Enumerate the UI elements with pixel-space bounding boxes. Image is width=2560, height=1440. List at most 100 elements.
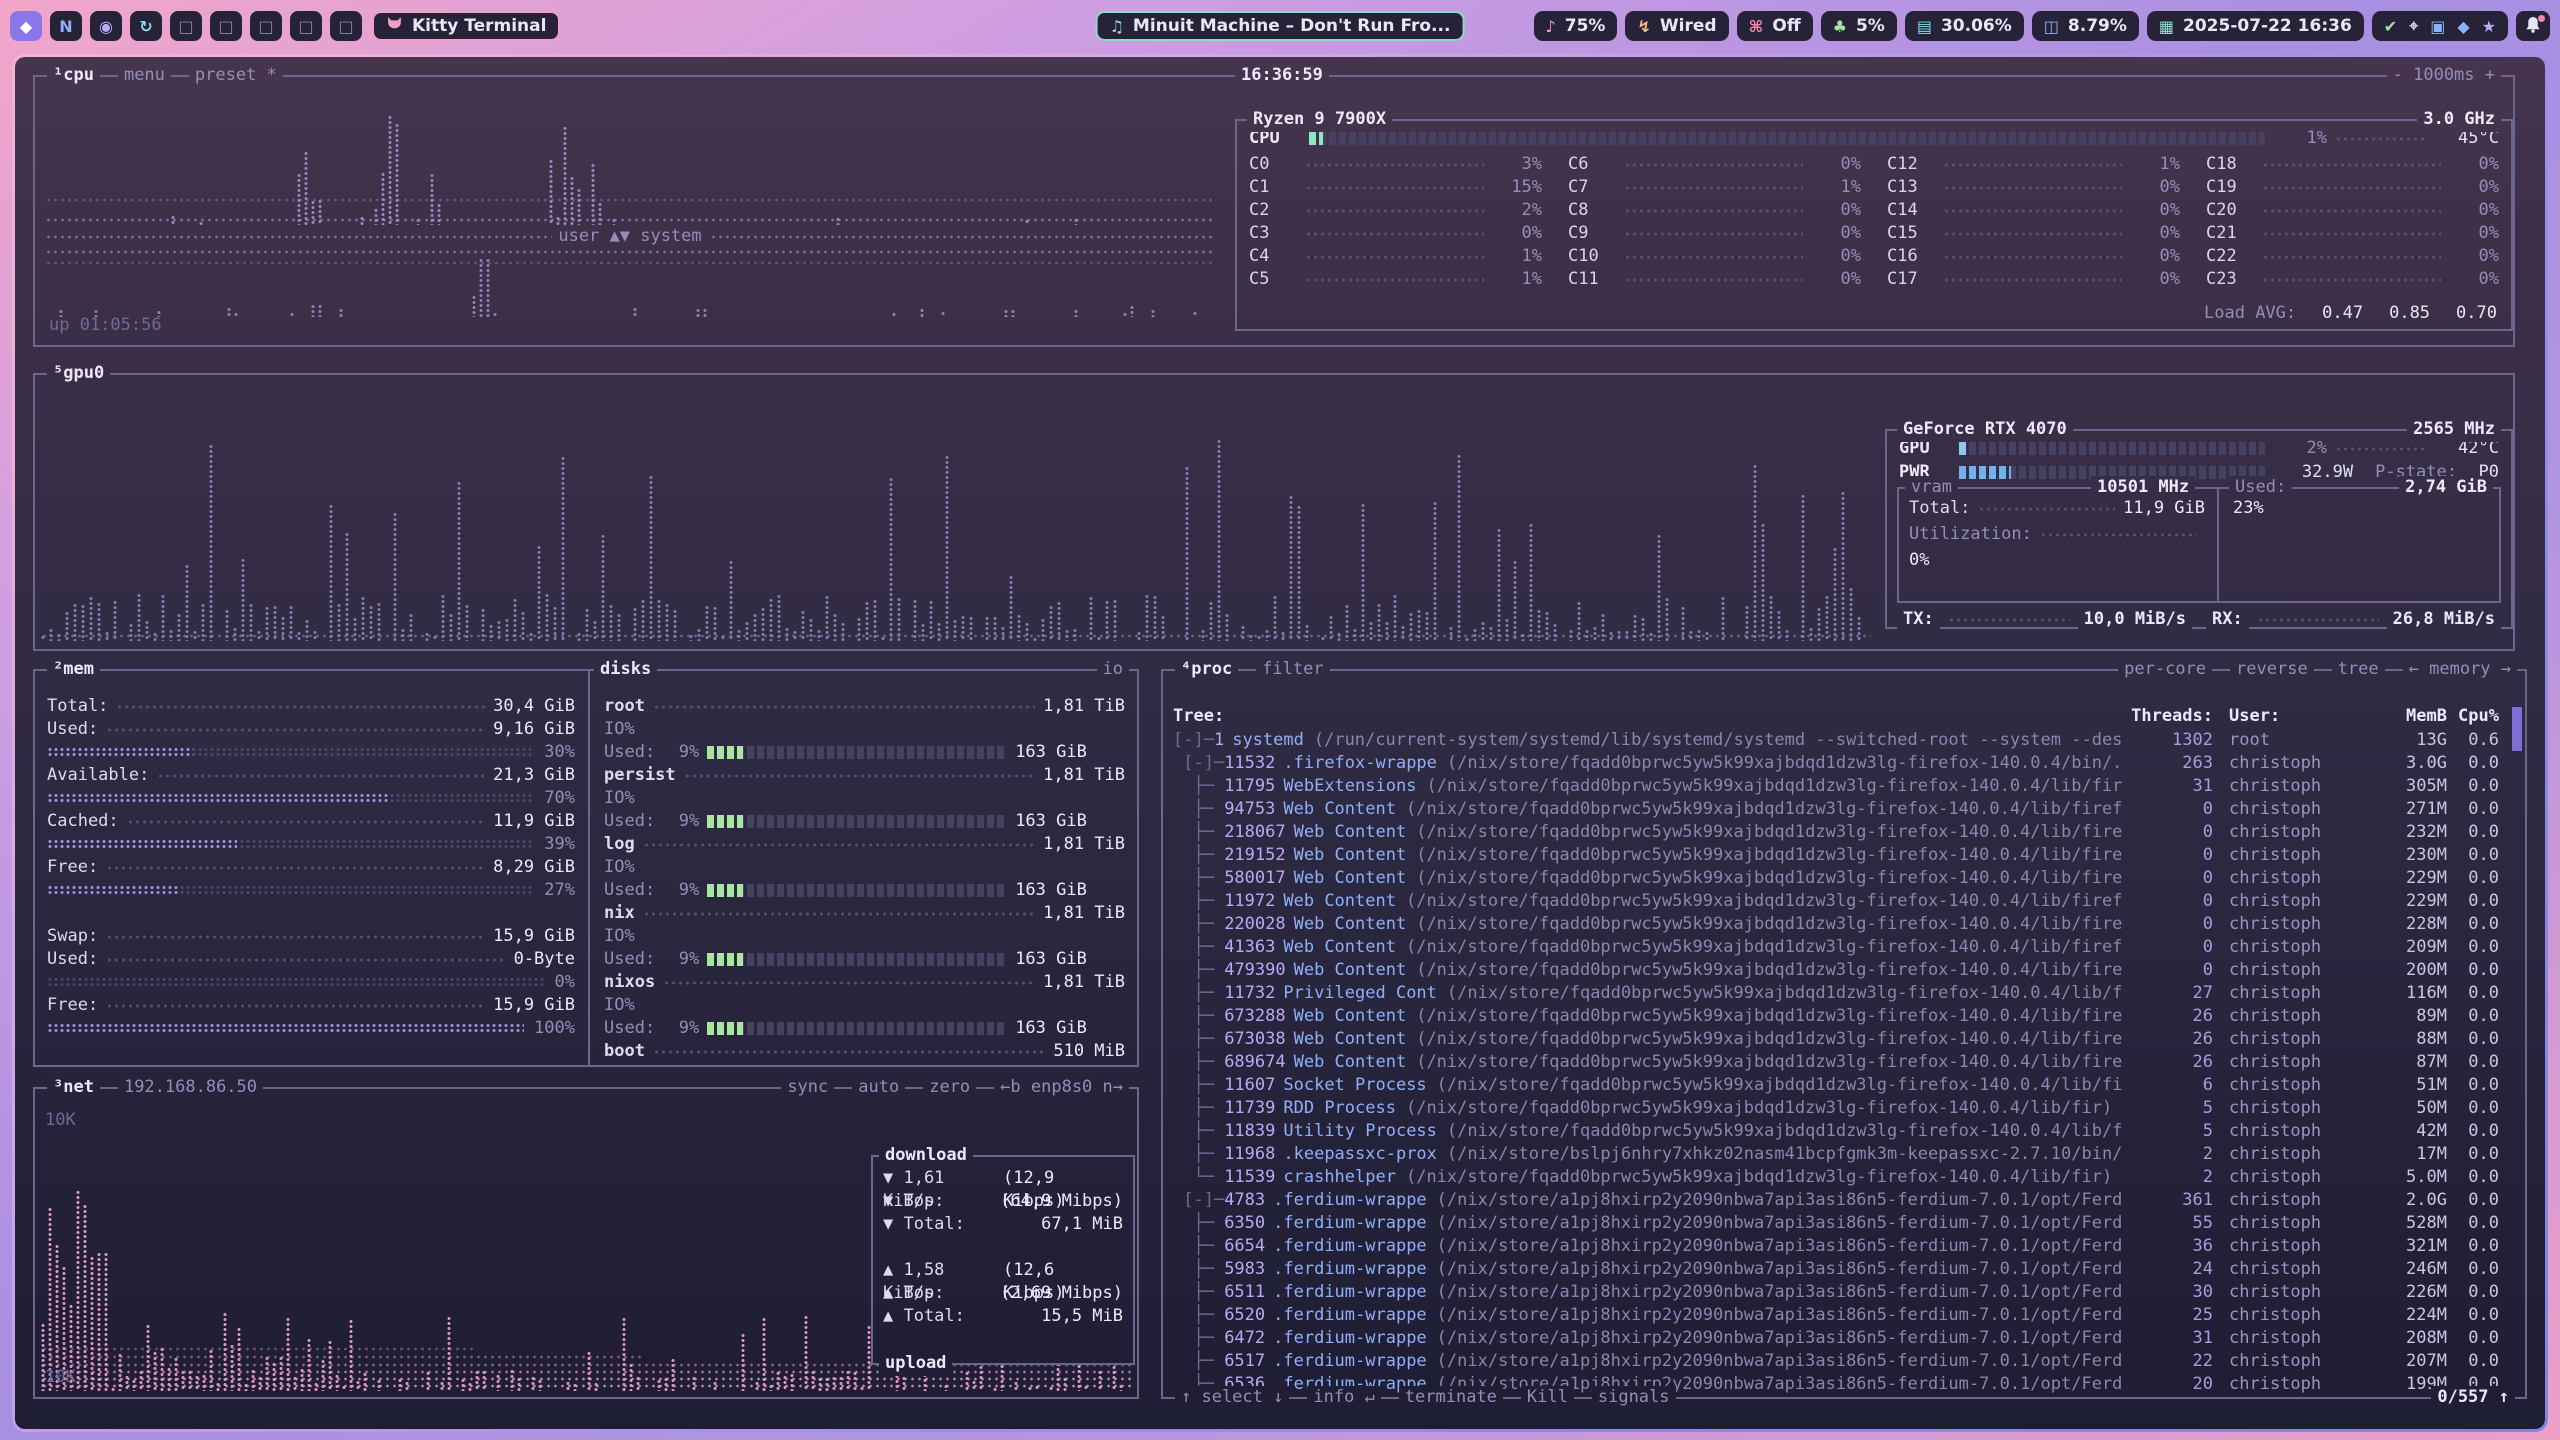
idle-icon: ⌘ <box>1749 17 1764 36</box>
process-row[interactable]: ├─ 220028Web Content(/nix/store/fqadd0bp… <box>1173 913 2519 936</box>
cpu-core-row: C115% <box>1249 176 1542 199</box>
disk-io-row: IO% <box>604 925 1125 948</box>
proc-info-button[interactable]: info ↵ <box>1307 1386 1380 1410</box>
disk-used-row: Used:9%163 GiB <box>604 741 1125 764</box>
workspace-empty[interactable]: □ <box>210 11 242 41</box>
gpu-rx-label: RX: <box>2206 608 2249 632</box>
proc-filter-button[interactable]: filter <box>1256 658 1329 682</box>
process-row[interactable]: ├─ 6350.ferdium-wrappe(/nix/store/a1pj8h… <box>1173 1212 2519 1235</box>
process-row[interactable]: ├─ 689674Web Content(/nix/store/fqadd0bp… <box>1173 1051 2519 1074</box>
process-row[interactable]: ├─ 11732Privileged Cont(/nix/store/fqadd… <box>1173 982 2519 1005</box>
workspace-empty[interactable]: □ <box>330 11 362 41</box>
notification-bell-button[interactable] <box>2516 11 2550 41</box>
process-row[interactable]: ├─ 41363Web Content(/nix/store/fqadd0bpr… <box>1173 936 2519 959</box>
disk-used-row: Used:9%163 GiB <box>604 879 1125 902</box>
net-sync-toggle[interactable]: sync <box>781 1076 834 1100</box>
workspace-1[interactable]: ◆ <box>10 11 42 41</box>
workspace-empty[interactable]: □ <box>170 11 202 41</box>
process-row[interactable]: ├─ 94753Web Content(/nix/store/fqadd0bpr… <box>1173 798 2519 821</box>
process-row[interactable]: ├─ 6654.ferdium-wrappe(/nix/store/a1pj8h… <box>1173 1235 2519 1258</box>
process-row[interactable]: ├─ 11607Socket Process(/nix/store/fqadd0… <box>1173 1074 2519 1097</box>
vpn-tray-icon[interactable]: ★ <box>2482 17 2496 36</box>
process-row[interactable]: ├─ 218067Web Content(/nix/store/fqadd0bp… <box>1173 821 2519 844</box>
process-row[interactable]: ├─ 11972Web Content(/nix/store/fqadd0bpr… <box>1173 890 2519 913</box>
mouse-tray-icon[interactable]: ⌖ <box>2409 16 2418 36</box>
idle-module[interactable]: ⌘Off <box>1737 11 1813 41</box>
vram-used-label: Used: <box>2229 476 2292 500</box>
media-player-module[interactable]: ♫ Minuit Machine – Don't Run Fro... <box>1096 11 1465 41</box>
proc-sort-selector[interactable]: ← memory → <box>2403 658 2517 682</box>
mem-stat-row: Cached:11,9 GiB <box>47 810 575 833</box>
process-row[interactable]: └─ 11539crashhelper(/nix/store/fqadd0bpr… <box>1173 1166 2519 1189</box>
disks-tag[interactable]: disks <box>594 658 657 682</box>
process-row[interactable]: [-]─4783.ferdium-wrappe(/nix/store/a1pj8… <box>1173 1189 2519 1212</box>
disk-module[interactable]: ◫8.79% <box>2032 11 2139 41</box>
update-interval-control[interactable]: - 1000ms + <box>2387 64 2501 88</box>
download-tag: download <box>879 1144 973 1168</box>
process-row[interactable]: ├─ 6472.ferdium-wrappe(/nix/store/a1pj8h… <box>1173 1327 2519 1350</box>
mem-stat-row: Free:15,9 GiB <box>47 994 575 1017</box>
vram-utilization-label: Utilization: <box>1909 523 2032 546</box>
cpu-panel: ¹cpu menu preset * 16:36:59 - 1000ms + u… <box>33 75 2515 347</box>
disk-name-row: boot510 MiB <box>604 1040 1125 1063</box>
disk-io-row: IO% <box>604 718 1125 741</box>
bluetooth-tray-icon[interactable]: ◆ <box>2457 17 2469 36</box>
process-row[interactable]: ├─ 580017Web Content(/nix/store/fqadd0bp… <box>1173 867 2519 890</box>
network-module[interactable]: ↯Wired <box>1625 11 1728 41</box>
process-row[interactable]: [-]─11532.firefox-wrappe(/nix/store/fqad… <box>1173 752 2519 775</box>
mem-stat-row: Free:8,29 GiB <box>47 856 575 879</box>
net-auto-toggle[interactable]: auto <box>852 1076 905 1100</box>
disk-icon: ◫ <box>2044 17 2059 36</box>
process-scrollbar[interactable] <box>2512 707 2522 751</box>
process-row[interactable]: ├─ 11739RDD Process(/nix/store/fqadd0bpr… <box>1173 1097 2519 1120</box>
workspace-neovim[interactable]: N <box>50 11 82 41</box>
display-tray-icon[interactable]: ▣ <box>2430 17 2445 36</box>
cpu-module[interactable]: ♣5% <box>1821 11 1897 41</box>
process-row[interactable]: ├─ 6511.ferdium-wrappe(/nix/store/a1pj8h… <box>1173 1281 2519 1304</box>
cpu-menu-button[interactable]: menu <box>118 64 171 88</box>
proc-per-core-toggle[interactable]: per-core <box>2118 658 2212 682</box>
process-row[interactable]: ├─ 11968.keepassxc-prox(/nix/store/bslpj… <box>1173 1143 2519 1166</box>
process-counter: 0/557 ↑ <box>2431 1386 2515 1410</box>
workspace-empty[interactable]: □ <box>250 11 282 41</box>
proc-signals-button[interactable]: signals <box>1592 1386 1676 1410</box>
cpu-total-percent: 1% <box>2273 127 2327 150</box>
clock-module[interactable]: ▦2025-07-22 16:36 <box>2147 11 2364 41</box>
kitty-terminal-taskbar-button[interactable]: Kitty Terminal <box>372 11 560 41</box>
process-row[interactable]: ├─ 6517.ferdium-wrappe(/nix/store/a1pj8h… <box>1173 1350 2519 1373</box>
shield-check-tray-icon[interactable]: ✔ <box>2384 17 2397 36</box>
cpu-preset-button[interactable]: preset * <box>189 64 283 88</box>
process-row[interactable]: ├─ 11795WebExtensions(/nix/store/fqadd0b… <box>1173 775 2519 798</box>
proc-select-control[interactable]: ↑ select ↓ <box>1175 1386 1289 1410</box>
net-interface-switcher[interactable]: ←b enp8s0 n→ <box>994 1076 1129 1100</box>
now-playing-label: Minuit Machine – Don't Run Fro... <box>1133 16 1451 36</box>
cat-icon <box>386 16 403 36</box>
memory-module[interactable]: ▤30.06% <box>1905 11 2024 41</box>
disks-io-toggle[interactable]: io <box>1097 658 1129 682</box>
process-row[interactable]: ├─ 673288Web Content(/nix/store/fqadd0bp… <box>1173 1005 2519 1028</box>
window-title: Kitty Terminal <box>412 16 546 36</box>
mem-meter-row: 70% <box>47 787 575 810</box>
proc-terminate-button[interactable]: terminate <box>1399 1386 1503 1410</box>
proc-kill-button[interactable]: Kill <box>1521 1386 1574 1410</box>
process-row[interactable]: ├─ 5983.ferdium-wrappe(/nix/store/a1pj8h… <box>1173 1258 2519 1281</box>
cpu-core-row: C140% <box>1887 199 2180 222</box>
process-row[interactable]: ├─ 11839Utility Process(/nix/store/fqadd… <box>1173 1120 2519 1143</box>
workspace-empty[interactable]: □ <box>290 11 322 41</box>
workspace-refresh[interactable]: ↻ <box>130 11 162 41</box>
process-row[interactable]: ├─ 673038Web Content(/nix/store/fqadd0bp… <box>1173 1028 2519 1051</box>
gpu-tx-label: TX: <box>1897 608 1940 632</box>
process-row[interactable]: ├─ 479390Web Content(/nix/store/fqadd0bp… <box>1173 959 2519 982</box>
process-row[interactable]: ├─ 6520.ferdium-wrappe(/nix/store/a1pj8h… <box>1173 1304 2519 1327</box>
proc-tree-toggle[interactable]: tree <box>2332 658 2385 682</box>
workspace-record[interactable]: ◉ <box>90 11 122 41</box>
process-row[interactable]: [-]─1systemd(/run/current-system/systemd… <box>1173 729 2519 752</box>
volume-module[interactable]: ♪75% <box>1534 11 1618 41</box>
net-zero-toggle[interactable]: zero <box>923 1076 976 1100</box>
process-table-header[interactable]: Tree: Threads: User: MemB Cpu% <box>1173 705 2519 728</box>
net-stat-row: ▼ 1,61 KiB/s(12,9 Kibps) <box>883 1167 1123 1190</box>
process-row[interactable]: ├─ 219152Web Content(/nix/store/fqadd0bp… <box>1173 844 2519 867</box>
net-stat-row: ▲ Top:(2,69 Mibps) <box>883 1282 1123 1305</box>
net-ip-label: 192.168.86.50 <box>118 1076 263 1100</box>
proc-reverse-toggle[interactable]: reverse <box>2230 658 2314 682</box>
